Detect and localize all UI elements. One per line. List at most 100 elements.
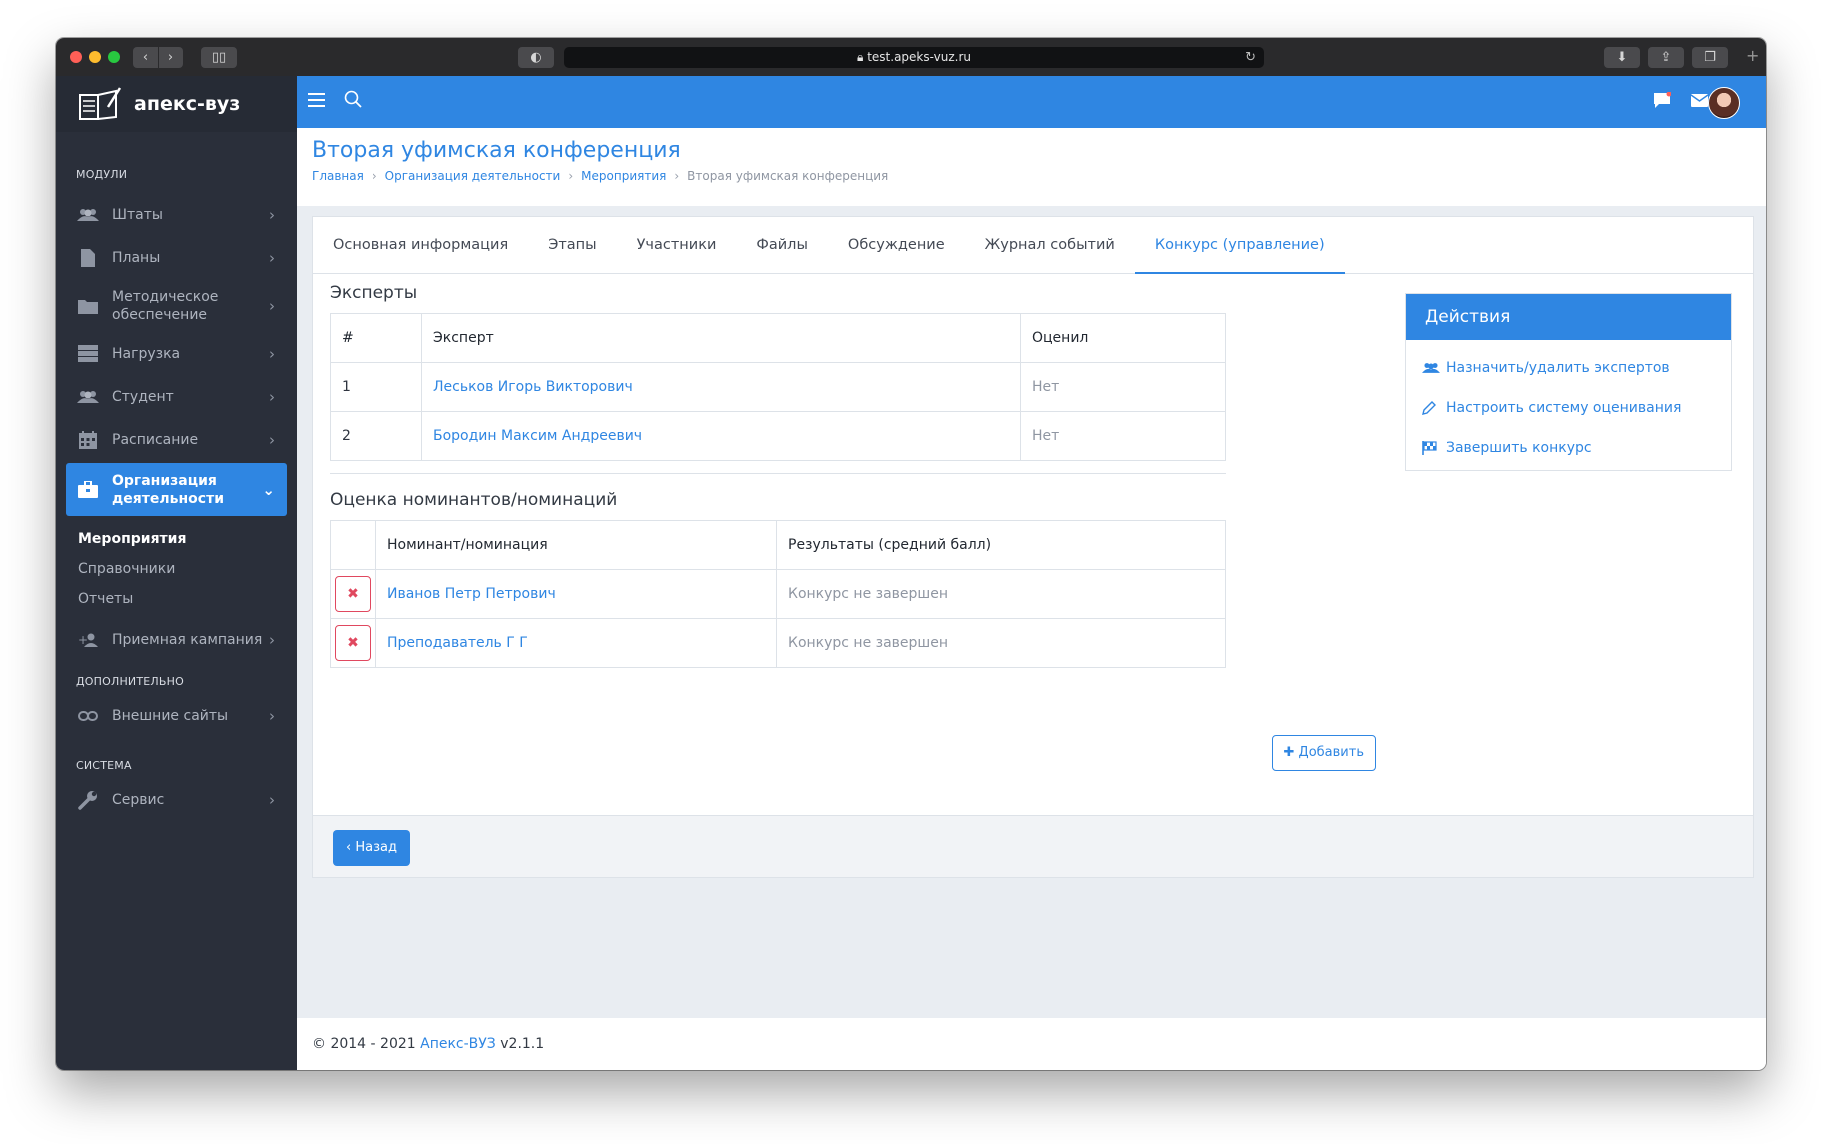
- logo-text: апекс-вуз: [134, 93, 241, 115]
- breadcrumb-organization[interactable]: Организация деятельности: [385, 169, 561, 183]
- table-header-row: Номинант/номинация Результаты (средний б…: [330, 520, 1226, 570]
- rated-status: Нет: [1020, 362, 1226, 412]
- sidebar-item-admission[interactable]: + Приемная кампания ›: [66, 618, 287, 661]
- tab-contest-management[interactable]: Конкурс (управление): [1134, 217, 1345, 274]
- minimize-window-button[interactable]: [89, 51, 101, 63]
- book-logo-icon: [79, 87, 122, 120]
- sidebar-item-label: Планы: [112, 249, 161, 266]
- url-text: test.apeks-vuz.ru: [867, 50, 971, 64]
- users-icon: [76, 388, 100, 406]
- sidebar-item-staff[interactable]: Штаты ›: [66, 193, 287, 236]
- chevron-right-icon: ›: [269, 387, 275, 406]
- lock-icon: 🔒︎: [857, 50, 868, 64]
- tab-discussion[interactable]: Обсуждение: [828, 217, 965, 273]
- avatar[interactable]: [1708, 87, 1740, 119]
- chevron-down-icon: ⌄: [262, 480, 275, 499]
- link-icon: [76, 707, 100, 725]
- table-row: ✖ Преподаватель Г Г Конкурс не завершен: [330, 618, 1226, 668]
- sidebar-section-system: СИСТЕМА: [76, 759, 132, 772]
- version-text: v2.1.1: [500, 1036, 545, 1052]
- sidebar-item-label: Организация деятельности: [112, 472, 225, 507]
- nominees-table: Номинант/номинация Результаты (средний б…: [330, 520, 1226, 668]
- download-icon[interactable]: ⬇: [1604, 47, 1640, 68]
- chevron-right-icon: ›: [568, 169, 574, 183]
- delete-nominee-button[interactable]: ✖: [335, 625, 371, 661]
- page-title: Вторая уфимская конференция: [312, 138, 681, 163]
- flag-checkered-icon: [1422, 441, 1442, 455]
- sidebar-item-student[interactable]: Студент ›: [66, 375, 287, 418]
- sidebar-item-schedule[interactable]: Расписание ›: [66, 418, 287, 461]
- tab-event-log[interactable]: Журнал событий: [965, 217, 1135, 273]
- sidebar-item-service[interactable]: Сервис ›: [66, 778, 287, 821]
- sidebar-toggle-icon[interactable]: ▯▯: [201, 47, 237, 68]
- sidebar-item-label: Приемная кампания: [112, 631, 263, 648]
- breadcrumb-home[interactable]: Главная: [312, 169, 364, 183]
- tab-main-info[interactable]: Основная информация: [313, 217, 528, 273]
- page-footer: © 2014 - 2021 Апекс-ВУЗ v2.1.1: [297, 1018, 1766, 1070]
- nominee-result: Конкурс не завершен: [776, 618, 1226, 668]
- hamburger-menu-icon[interactable]: [308, 93, 325, 107]
- actions-panel: Действия Назначить/удалить экспертов Нас…: [1405, 293, 1732, 471]
- top-navbar: [297, 76, 1766, 128]
- url-bar[interactable]: 🔒︎ test.apeks-vuz.ru ↻: [564, 47, 1264, 68]
- column-header: Оценил: [1020, 313, 1226, 363]
- sidebar-item-load[interactable]: Нагрузка ›: [66, 332, 287, 375]
- sidebar-item-organization[interactable]: Организация деятельности ⌄: [66, 463, 287, 516]
- nominee-link[interactable]: Преподаватель Г Г: [387, 635, 528, 651]
- page-header: Вторая уфимская конференция Главная › Орга…: [297, 128, 1766, 206]
- nav-buttons: ‹ ›: [133, 47, 183, 68]
- search-icon[interactable]: [344, 90, 362, 108]
- breadcrumb-events[interactable]: Мероприятия: [581, 169, 666, 183]
- users-icon: [1422, 362, 1442, 374]
- briefcase-icon: [76, 481, 100, 499]
- tab-files[interactable]: Файлы: [736, 217, 828, 273]
- zoom-window-button[interactable]: [108, 51, 120, 63]
- sidebar-item-plans[interactable]: Планы ›: [66, 236, 287, 279]
- add-nominee-button[interactable]: ✚ Добавить: [1271, 735, 1376, 771]
- tab-stages[interactable]: Этапы: [528, 217, 616, 273]
- sidebar-subitem-references[interactable]: Справочники: [56, 554, 297, 584]
- new-tab-icon[interactable]: +: [1746, 46, 1759, 65]
- nominee-result: Конкурс не завершен: [776, 569, 1226, 619]
- sidebar-item-label: Штаты: [112, 206, 163, 223]
- main-content: Вторая уфимская конференция Главная › Орга…: [297, 128, 1766, 1018]
- sidebar-item-label: Методическое обеспечение: [112, 288, 219, 323]
- assign-experts-link[interactable]: Назначить/удалить экспертов: [1406, 348, 1731, 388]
- folder-icon: [76, 297, 100, 315]
- row-number: 1: [330, 362, 422, 412]
- sidebar-subitem-reports[interactable]: Отчеты: [56, 584, 297, 614]
- logo[interactable]: апекс-вуз: [56, 76, 297, 132]
- table-row: 1 Леськов Игорь Викторович Нет: [330, 362, 1226, 412]
- pencil-icon: [1422, 401, 1442, 415]
- expert-link[interactable]: Леськов Игорь Викторович: [433, 379, 633, 395]
- action-label: Настроить систему оценивания: [1446, 400, 1682, 416]
- sidebar-subitem-events[interactable]: Мероприятия: [56, 524, 297, 554]
- close-window-button[interactable]: [70, 51, 82, 63]
- mail-icon[interactable]: [1691, 94, 1708, 107]
- delete-nominee-button[interactable]: ✖: [335, 576, 371, 612]
- sidebar-item-methodical[interactable]: Методическое обеспечение ›: [66, 279, 287, 332]
- chat-icon[interactable]: [1653, 92, 1671, 109]
- tab-participants[interactable]: Участники: [617, 217, 737, 273]
- forward-arrow-icon[interactable]: ›: [159, 47, 183, 68]
- reload-icon[interactable]: ↻: [1245, 47, 1256, 68]
- privacy-shield-icon[interactable]: ◐: [518, 47, 554, 68]
- user-plus-icon: +: [76, 631, 100, 649]
- copyright-text: © 2014 - 2021: [312, 1036, 416, 1052]
- nominee-link[interactable]: Иванов Петр Петрович: [387, 586, 556, 602]
- sidebar-section-additional: ДОПОЛНИТЕЛЬНО: [76, 675, 184, 688]
- share-icon[interactable]: ⇪: [1648, 47, 1684, 68]
- back-button[interactable]: ‹ Назад: [333, 830, 410, 866]
- chevron-right-icon: ›: [269, 430, 275, 449]
- configure-grading-link[interactable]: Настроить систему оценивания: [1406, 388, 1731, 428]
- back-button-label: Назад: [355, 840, 397, 855]
- sidebar-item-external-sites[interactable]: Внешние сайты ›: [66, 694, 287, 737]
- back-arrow-icon[interactable]: ‹: [134, 47, 158, 68]
- finish-contest-link[interactable]: Завершить конкурс: [1406, 428, 1731, 468]
- brand-link[interactable]: Апекс-ВУЗ: [420, 1036, 496, 1052]
- expert-link[interactable]: Бородин Максим Андреевич: [433, 428, 642, 444]
- panel-footer: ‹ Назад: [313, 815, 1753, 877]
- tabs-overview-icon[interactable]: ❐: [1692, 47, 1728, 68]
- column-header-actions: [330, 520, 376, 570]
- plus-icon: ✚: [1283, 745, 1295, 760]
